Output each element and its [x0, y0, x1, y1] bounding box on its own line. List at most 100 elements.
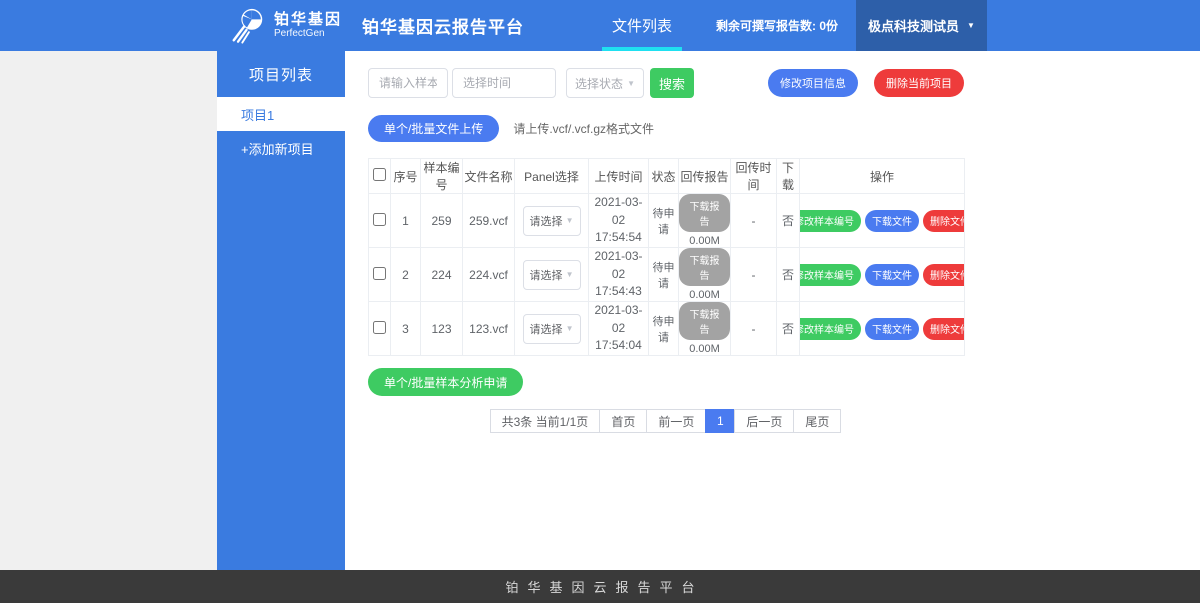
footer-title: 铂华基因云报告平台	[496, 577, 703, 596]
user-menu[interactable]: 极点科技测试员 ▼	[856, 0, 987, 51]
col-header-panel: Panel选择	[515, 159, 589, 194]
download-file-button[interactable]: 下载文件	[865, 264, 919, 286]
col-header-returntime: 回传时间	[731, 159, 777, 194]
remaining-report-count: 剩余可撰写报告数: 0份	[716, 17, 838, 34]
edit-sample-button[interactable]: 修改样本编号	[800, 264, 862, 286]
row-downloaded: 否	[777, 302, 800, 356]
search-button[interactable]: 搜索	[650, 68, 694, 98]
edit-project-button[interactable]: 修改项目信息	[768, 69, 858, 97]
row-seq: 2	[391, 248, 421, 302]
row-report-cell: 下载报告 0.00M	[679, 194, 731, 248]
active-tab-underline	[602, 47, 682, 51]
content-panel: 选择状态 ▼ 搜索 修改项目信息 删除当前项目 单个/批量文件上传 请上传.vc…	[345, 51, 1200, 570]
pagination-summary: 共3条 当前1/1页	[490, 409, 601, 433]
row-file-name: 123.vcf	[463, 302, 515, 356]
pagination-page-1[interactable]: 1	[705, 409, 735, 433]
perfectgen-logo-icon	[228, 6, 268, 46]
col-header-report: 回传报告	[679, 159, 731, 194]
panel-select[interactable]: 请选择 ▼	[523, 206, 581, 236]
page-title: 铂华基因云报告平台	[362, 13, 524, 38]
brand-logo: 铂华基因 PerfectGen	[228, 6, 342, 46]
col-header-filename: 文件名称	[463, 159, 515, 194]
report-size: 0.00M	[679, 289, 730, 301]
table-header-row: 序号 样本编号 文件名称 Panel选择 上传时间 状态 回传报告 回传时间 下…	[369, 159, 965, 194]
status-select[interactable]: 选择状态 ▼	[566, 68, 644, 98]
col-header-uploadtime: 上传时间	[589, 159, 649, 194]
panel-select[interactable]: 请选择 ▼	[523, 260, 581, 290]
delete-file-button[interactable]: 删除文件	[923, 318, 965, 340]
col-header-download: 下载	[777, 159, 800, 194]
table-row: 2 224 224.vcf 请选择 ▼ 2021-03-02 17:54:43 …	[369, 248, 965, 302]
table-row: 3 123 123.vcf 请选择 ▼ 2021-03-02 17:54:04 …	[369, 302, 965, 356]
row-file-name: 224.vcf	[463, 248, 515, 302]
upload-row: 单个/批量文件上传 请上传.vcf/.vcf.gz格式文件	[368, 115, 964, 142]
chevron-down-icon: ▼	[566, 270, 574, 279]
sample-number-input[interactable]	[368, 68, 448, 98]
status-select-value: 选择状态	[575, 75, 623, 92]
row-return-time: -	[731, 194, 777, 248]
chevron-down-icon: ▼	[566, 216, 574, 225]
download-report-button[interactable]: 下载报告	[679, 302, 730, 340]
row-upload-time: 2021-03-02 17:54:43	[589, 248, 649, 302]
sidebar-title: 项目列表	[217, 51, 345, 97]
row-status: 待申请	[649, 302, 679, 356]
row-sample-no: 123	[421, 302, 463, 356]
col-header-sample: 样本编号	[421, 159, 463, 194]
download-report-button[interactable]: 下载报告	[679, 248, 730, 286]
main-area: 项目列表 项目1 +添加新项目 选择状态 ▼ 搜索 修改项目信息 删除当前项目	[0, 51, 1200, 570]
row-return-time: -	[731, 248, 777, 302]
chevron-down-icon: ▼	[566, 324, 574, 333]
row-report-cell: 下载报告 0.00M	[679, 302, 731, 356]
pagination-last[interactable]: 尾页	[793, 409, 841, 433]
chevron-down-icon: ▼	[627, 79, 635, 88]
row-downloaded: 否	[777, 248, 800, 302]
pagination: 共3条 当前1/1页 首页 前一页 1 后一页 尾页	[368, 409, 964, 433]
row-seq: 1	[391, 194, 421, 248]
row-upload-time: 2021-03-02 17:54:04	[589, 302, 649, 356]
row-checkbox[interactable]	[373, 213, 386, 226]
row-status: 待申请	[649, 194, 679, 248]
delete-project-button[interactable]: 删除当前项目	[874, 69, 964, 97]
row-return-time: -	[731, 302, 777, 356]
tab-file-list[interactable]: 文件列表	[602, 0, 682, 51]
sidebar-item-project-1[interactable]: 项目1	[217, 97, 345, 131]
download-report-button[interactable]: 下载报告	[679, 194, 730, 232]
tab-file-list-label: 文件列表	[612, 15, 672, 36]
select-all-checkbox[interactable]	[373, 168, 386, 181]
logo-name-en: PerfectGen	[274, 28, 342, 39]
table-row: 1 259 259.vcf 请选择 ▼ 2021-03-02 17:54:54 …	[369, 194, 965, 248]
edit-sample-button[interactable]: 修改样本编号	[800, 210, 862, 232]
report-size: 0.00M	[679, 343, 730, 355]
download-file-button[interactable]: 下载文件	[865, 210, 919, 232]
chevron-down-icon: ▼	[967, 21, 975, 30]
col-header-seq: 序号	[391, 159, 421, 194]
row-sample-no: 259	[421, 194, 463, 248]
col-header-actions: 操作	[800, 159, 965, 194]
user-name: 极点科技测试员	[868, 16, 959, 35]
row-upload-time: 2021-03-02 17:54:54	[589, 194, 649, 248]
pagination-first[interactable]: 首页	[599, 409, 647, 433]
logo-name-cn: 铂华基因	[274, 12, 342, 29]
download-file-button[interactable]: 下载文件	[865, 318, 919, 340]
sample-analysis-request-button[interactable]: 单个/批量样本分析申请	[368, 368, 523, 396]
upload-files-button[interactable]: 单个/批量文件上传	[368, 115, 499, 142]
col-header-status: 状态	[649, 159, 679, 194]
row-checkbox[interactable]	[373, 267, 386, 280]
delete-file-button[interactable]: 删除文件	[923, 210, 965, 232]
project-sidebar: 项目列表 项目1 +添加新项目	[217, 51, 345, 570]
row-file-name: 259.vcf	[463, 194, 515, 248]
row-downloaded: 否	[777, 194, 800, 248]
row-sample-no: 224	[421, 248, 463, 302]
time-select-input[interactable]	[452, 68, 556, 98]
panel-select[interactable]: 请选择 ▼	[523, 314, 581, 344]
report-size: 0.00M	[679, 235, 730, 247]
upload-format-hint: 请上传.vcf/.vcf.gz格式文件	[513, 120, 654, 137]
pagination-next[interactable]: 后一页	[734, 409, 794, 433]
row-checkbox[interactable]	[373, 321, 386, 334]
pagination-prev[interactable]: 前一页	[646, 409, 706, 433]
row-report-cell: 下载报告 0.00M	[679, 248, 731, 302]
sidebar-item-add-project[interactable]: +添加新项目	[217, 131, 345, 165]
file-table: 序号 样本编号 文件名称 Panel选择 上传时间 状态 回传报告 回传时间 下…	[368, 158, 965, 356]
edit-sample-button[interactable]: 修改样本编号	[800, 318, 862, 340]
delete-file-button[interactable]: 删除文件	[923, 264, 965, 286]
